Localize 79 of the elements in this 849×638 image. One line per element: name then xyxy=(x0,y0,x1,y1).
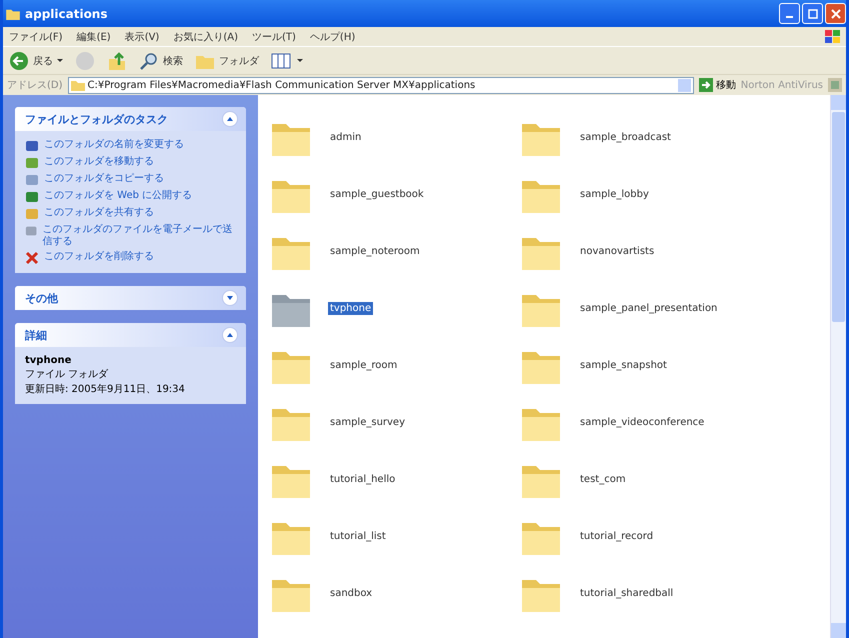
folder-name[interactable]: admin xyxy=(328,131,364,144)
folders-button[interactable]: フォルダ xyxy=(193,52,261,70)
menu-item[interactable]: ヘルプ(H) xyxy=(310,30,356,44)
task-link[interactable]: このフォルダを移動する xyxy=(44,156,154,168)
scroll-down-icon[interactable] xyxy=(831,623,846,638)
folder-icon xyxy=(6,8,20,20)
back-button[interactable]: 戻る xyxy=(7,50,65,70)
search-button[interactable]: 検索 xyxy=(137,50,185,70)
folder-name[interactable]: sample_noteroom xyxy=(328,245,422,258)
folder-name[interactable]: test_com xyxy=(578,473,628,486)
collapse-button[interactable] xyxy=(222,327,238,343)
panel-title: 詳細 xyxy=(25,328,47,342)
scroll-thumb[interactable] xyxy=(832,112,845,322)
caret-icon xyxy=(57,59,63,62)
folder-name[interactable]: sample_guestbook xyxy=(328,188,426,201)
address-field[interactable]: C:¥Program Files¥Macromedia¥Flash Communication Server MX¥applications xyxy=(68,76,694,94)
folder-name[interactable]: sample_lobby xyxy=(578,188,651,201)
task-link[interactable]: このフォルダを削除する xyxy=(44,251,154,263)
antivirus-icon[interactable] xyxy=(828,78,842,92)
folder-name[interactable]: sample_videoconference xyxy=(578,416,706,429)
menu-item[interactable]: ツール(T) xyxy=(252,30,296,44)
folder-name[interactable]: tutorial_hello xyxy=(328,473,398,486)
go-button[interactable]: 移動 xyxy=(698,78,736,92)
address-label: アドレス(D) xyxy=(7,79,63,92)
folder-name[interactable]: sample_survey xyxy=(328,416,408,429)
delete-x-icon xyxy=(25,251,39,265)
chevron-up-icon xyxy=(227,117,233,121)
scroll-up-icon[interactable] xyxy=(831,95,846,110)
caret-icon xyxy=(297,59,303,62)
task-link[interactable]: このフォルダのファイルを電子メールで送信する xyxy=(42,224,236,248)
scrollbar[interactable] xyxy=(830,95,846,638)
folder-name[interactable]: sample_panel_presentation xyxy=(578,302,720,315)
folder-name[interactable]: novanovartists xyxy=(578,245,656,258)
task-icon xyxy=(25,139,39,153)
folder-name[interactable]: tutorial_list xyxy=(328,530,388,543)
menu-item[interactable]: 表示(V) xyxy=(124,30,160,44)
menu-item[interactable]: お気に入り(A) xyxy=(173,30,238,44)
go-arrow-icon xyxy=(698,78,713,92)
panel-title: その他 xyxy=(25,290,58,306)
close-icon xyxy=(830,8,840,18)
task-link[interactable]: このフォルダの名前を変更する xyxy=(44,139,184,151)
folder-name[interactable]: sample_snapshot xyxy=(578,359,669,372)
view-grid-icon xyxy=(271,52,293,70)
task-icon xyxy=(25,173,39,187)
maximize-icon xyxy=(808,8,818,18)
task-link[interactable]: このフォルダをコピーする xyxy=(44,173,164,185)
forward-button[interactable] xyxy=(73,50,97,70)
task-link[interactable]: このフォルダを Web に公開する xyxy=(44,190,192,202)
minimize-button[interactable] xyxy=(779,3,800,24)
maximize-button[interactable] xyxy=(802,3,823,24)
task-icon xyxy=(25,190,39,204)
detail-modified: 更新日時: 2005年9月11日、19:34 xyxy=(25,382,186,396)
folder-name[interactable]: tutorial_sharedball xyxy=(578,587,676,600)
folder-name[interactable]: tutorial_record xyxy=(578,530,656,543)
up-arrow-folder-icon xyxy=(107,50,127,70)
detail-type: ファイル フォルダ xyxy=(25,368,110,381)
collapse-button[interactable] xyxy=(222,111,238,127)
folder-name[interactable]: sample_broadcast xyxy=(578,131,673,144)
chevron-down-icon xyxy=(227,296,233,300)
menu-item[interactable]: 編集(E) xyxy=(76,30,111,44)
task-link[interactable]: このフォルダを共有する xyxy=(44,207,154,219)
views-button[interactable] xyxy=(269,52,305,70)
folder-icon xyxy=(70,79,85,91)
window-title: applications xyxy=(25,6,108,20)
detail-name: tvphone xyxy=(25,355,72,366)
search-icon xyxy=(139,50,159,70)
windows-logo-icon xyxy=(824,28,842,44)
folder-name[interactable]: sandbox xyxy=(328,587,374,600)
chevron-up-icon xyxy=(227,333,233,337)
task-icon xyxy=(25,224,38,238)
folder-name[interactable]: tvphone xyxy=(328,302,374,315)
minimize-icon xyxy=(786,16,793,18)
expand-button[interactable] xyxy=(222,290,238,306)
menu-item[interactable]: ファイル(F) xyxy=(9,30,63,44)
panel-title: ファイルとフォルダのタスク xyxy=(25,112,168,126)
folder-name[interactable]: sample_room xyxy=(328,359,400,372)
close-button[interactable] xyxy=(825,3,846,24)
task-icon xyxy=(25,156,39,170)
task-icon xyxy=(25,207,39,221)
